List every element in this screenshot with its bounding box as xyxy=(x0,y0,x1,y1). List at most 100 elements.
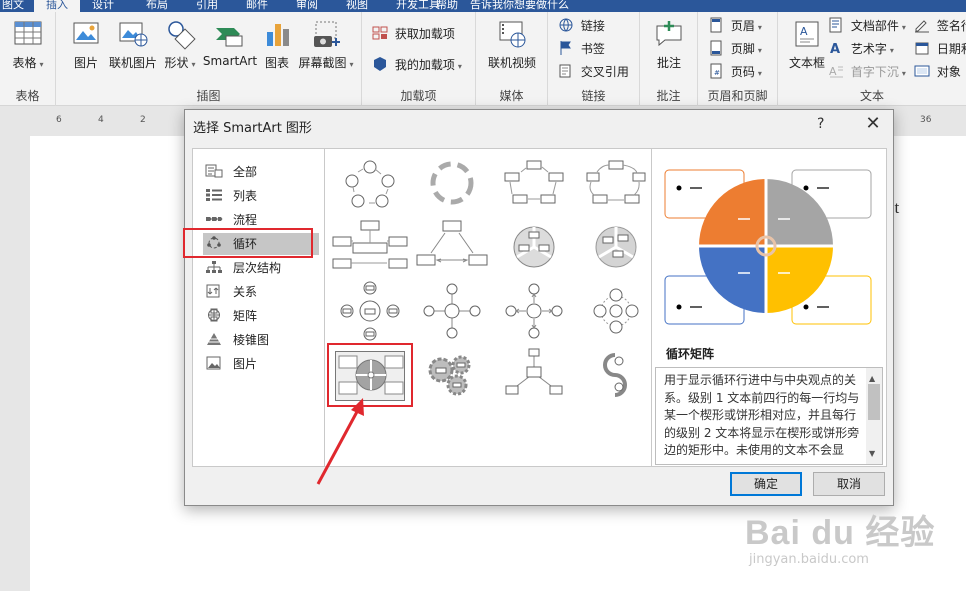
preview-panel: 循环矩阵 用于显示循环行进中与中央观点的关系。级别 1 文本前四行的每一行均与某… xyxy=(652,148,887,467)
cross-reference-icon xyxy=(559,64,571,78)
dropcap-icon: A xyxy=(829,65,843,78)
tell-me-search[interactable]: 告诉我你想要做什么 xyxy=(470,0,630,12)
svg-text:#: # xyxy=(714,69,720,77)
page-number-button[interactable]: # 页码 ▾ xyxy=(708,62,762,82)
layout-radial-cluster[interactable] xyxy=(491,343,577,407)
tab-review[interactable]: 审阅 xyxy=(296,0,326,12)
datetime-button[interactable]: 日期和 xyxy=(914,39,966,59)
tab-file[interactable]: 图文 xyxy=(2,0,28,12)
wordart-button[interactable]: A 艺术字 ▾ xyxy=(828,39,894,59)
signature-icon xyxy=(915,20,929,33)
process-icon xyxy=(206,217,223,221)
close-button[interactable]: ✕ xyxy=(861,112,885,136)
shapes-button[interactable]: 形状 ▾ xyxy=(164,18,196,71)
get-addins-button[interactable]: 获取加载项 xyxy=(372,24,455,44)
online-video-icon xyxy=(499,21,526,48)
ribbon-tab-strip: 图文 插入 设计 布局 引用 邮件 审阅 视图 开发工具 帮助 告诉我你想要做什… xyxy=(0,0,966,12)
doc-parts-button[interactable]: 文档部件 ▾ xyxy=(828,16,906,36)
layout-radial-venn[interactable] xyxy=(573,279,659,343)
tab-design[interactable]: 设计 xyxy=(92,0,122,12)
category-matrix[interactable]: 矩阵 xyxy=(205,305,323,327)
layout-segmented-pie[interactable] xyxy=(491,215,577,279)
hierarchy-icon xyxy=(206,261,222,273)
cancel-button[interactable]: 取消 xyxy=(813,472,885,496)
link-button[interactable]: 链接 xyxy=(558,16,605,36)
signature-line-button[interactable]: 签名行 xyxy=(914,16,966,36)
cross-reference-button[interactable]: 交叉引用 xyxy=(558,62,629,82)
layout-gear[interactable] xyxy=(409,343,495,407)
all-icon xyxy=(205,164,223,178)
ok-button[interactable]: 确定 xyxy=(730,472,802,496)
footer-icon xyxy=(710,40,722,56)
group-label-table: 表格 xyxy=(15,89,40,103)
tab-help[interactable]: 帮助 xyxy=(436,0,460,12)
layout-continuous-cycle[interactable] xyxy=(573,343,659,407)
tab-developer[interactable]: 开发工具 xyxy=(396,0,440,12)
dropcap-button[interactable]: A 首字下沉 ▾ xyxy=(828,62,906,82)
layout-text-cycle[interactable] xyxy=(409,151,495,215)
group-links: 链接 书签 交叉引用 链接 xyxy=(548,12,640,106)
comment-button[interactable]: 批注 xyxy=(648,18,690,71)
bookmark-icon xyxy=(560,41,571,55)
group-label-media: 媒体 xyxy=(499,89,524,103)
tab-mailings[interactable]: 邮件 xyxy=(246,0,276,12)
layout-multidirectional-cycle[interactable] xyxy=(409,215,495,279)
category-relationship[interactable]: 关系 xyxy=(205,281,323,303)
group-label-illustrations: 插图 xyxy=(196,89,221,103)
layout-radial-cycle[interactable] xyxy=(409,279,495,343)
header-button[interactable]: 页眉 ▾ xyxy=(708,16,762,36)
screenshot-button[interactable]: 屏幕截图 ▾ xyxy=(298,18,354,71)
pyramid-icon xyxy=(207,333,221,345)
svg-text:A: A xyxy=(830,42,840,56)
chart-button[interactable]: 图表 xyxy=(262,18,292,71)
group-table: 表格 ▾ 表格 xyxy=(0,12,56,106)
layout-basic-pie[interactable] xyxy=(573,215,659,279)
preview-description[interactable]: 用于显示循环行进中与中央观点的关系。级别 1 文本前四行的每一行均与某一个楔形或… xyxy=(655,367,883,465)
category-all[interactable]: 全部 xyxy=(205,161,323,183)
ruler-mark: 36 xyxy=(920,115,932,125)
online-video-button[interactable]: 联机视频 xyxy=(486,18,538,71)
textbox-button[interactable]: A 文本框 xyxy=(786,18,828,71)
object-button[interactable]: 对象 xyxy=(914,62,961,82)
scroll-down-icon[interactable]: ▼ xyxy=(869,445,875,463)
group-comments: 批注 批注 xyxy=(640,12,698,106)
tab-view[interactable]: 视图 xyxy=(346,0,376,12)
category-hierarchy[interactable]: 层次结构 xyxy=(205,257,323,279)
tab-references[interactable]: 引用 xyxy=(196,0,226,12)
picture-icon xyxy=(73,22,99,44)
annotation-arrow xyxy=(316,398,364,485)
group-label-links: 链接 xyxy=(581,89,606,103)
ruler-mark: 4 xyxy=(98,115,104,125)
layout-basic-cycle[interactable] xyxy=(327,151,413,215)
smartart-button[interactable]: SmartArt xyxy=(202,18,258,68)
tab-insert[interactable]: 插入 xyxy=(34,0,80,12)
category-picture[interactable]: 图片 xyxy=(205,353,323,375)
doc-parts-icon xyxy=(829,17,842,33)
store-icon xyxy=(372,26,388,40)
table-button[interactable]: 表格 ▾ xyxy=(10,18,46,71)
layout-nondirectional-cycle[interactable] xyxy=(327,215,413,279)
help-button[interactable]: ? xyxy=(817,116,824,132)
category-list-item[interactable]: 列表 xyxy=(205,185,323,207)
group-label-comments: 批注 xyxy=(656,89,681,103)
footer-button[interactable]: 页脚 ▾ xyxy=(708,39,762,59)
bookmark-button[interactable]: 书签 xyxy=(558,39,605,59)
layout-diverging-radial[interactable] xyxy=(491,279,577,343)
category-pyramid[interactable]: 棱锥图 xyxy=(205,329,323,351)
group-label-text: 文本 xyxy=(859,89,884,103)
header-icon xyxy=(710,17,722,33)
layout-segmented-cycle[interactable] xyxy=(573,151,659,215)
smartart-dialog: 选择 SmartArt 图形 ? ✕ 全部 列表 流程 循环 层次结构 关系 矩… xyxy=(184,109,894,506)
ruler-mark: 2 xyxy=(140,115,146,125)
picture-button[interactable]: 图片 xyxy=(68,18,104,71)
layout-block-cycle[interactable] xyxy=(491,151,577,215)
group-illustrations: 图片 联机图片 形状 ▾ SmartArt 图表 屏幕截图 ▾ 插图 xyxy=(56,12,362,106)
online-pictures-button[interactable]: 联机图片 xyxy=(108,18,158,71)
description-scrollbar[interactable]: ▲ ▼ xyxy=(866,368,882,464)
layout-basic-radial[interactable] xyxy=(327,279,413,343)
scroll-thumb[interactable] xyxy=(868,384,880,420)
my-addins-button[interactable]: 我的加载项 ▾ xyxy=(372,55,462,75)
globe-link-icon xyxy=(559,18,573,32)
screenshot-icon xyxy=(314,21,340,47)
tab-layout[interactable]: 布局 xyxy=(146,0,176,12)
